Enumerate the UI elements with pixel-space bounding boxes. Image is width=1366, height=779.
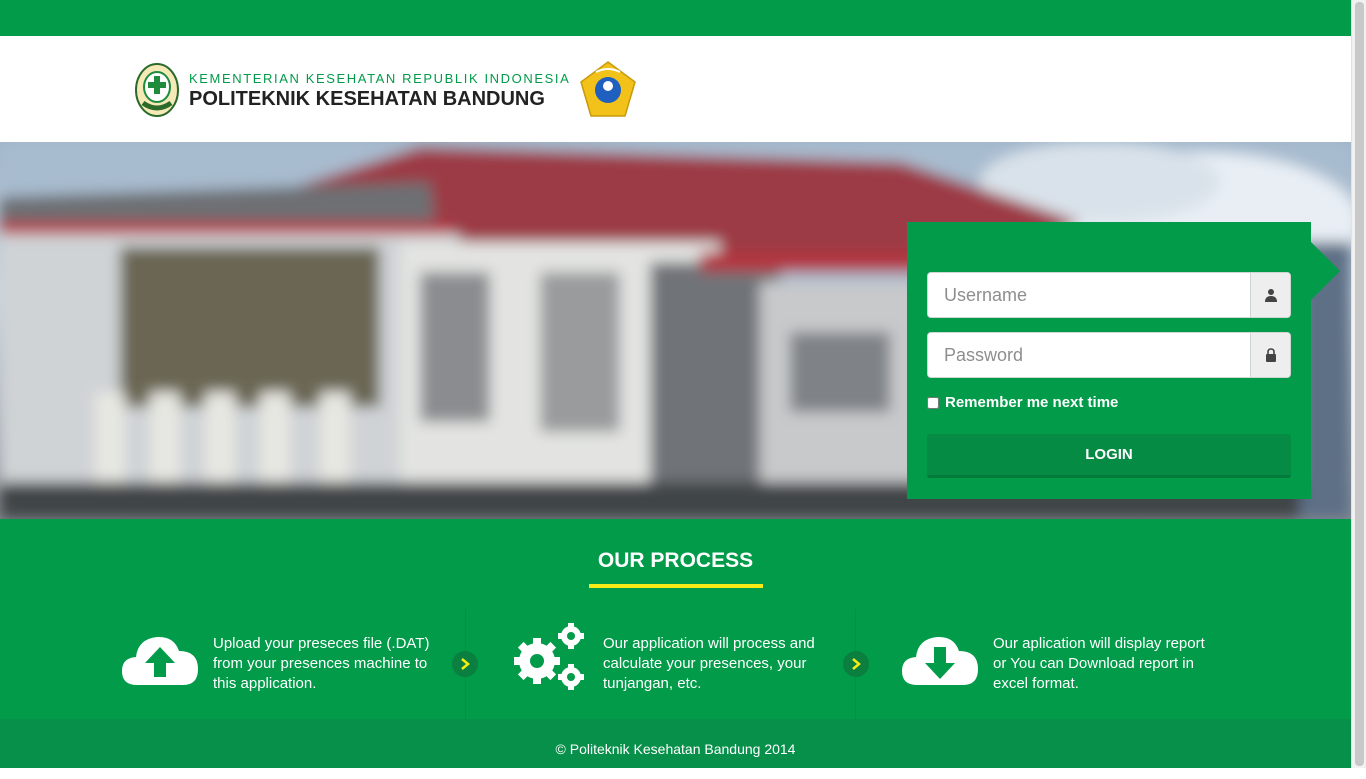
header: KEMENTERIAN KESEHATAN REPUBLIK INDONESIA… [0, 36, 1351, 142]
username-input[interactable] [928, 273, 1250, 317]
remember-me[interactable]: Remember me next time [927, 394, 1118, 411]
process-title: OUR PROCESS [597, 549, 754, 572]
lock-icon [1250, 333, 1290, 377]
step-upload-text: Upload your preseces file (.DAT) from yo… [213, 635, 430, 692]
tut-wuri-logo-icon [580, 61, 637, 117]
remember-checkbox[interactable] [927, 396, 939, 409]
vertical-scrollbar[interactable] [1351, 0, 1366, 768]
ministry-name: KEMENTERIAN KESEHATAN REPUBLIK INDONESIA [189, 71, 571, 86]
login-panel-pointer [1311, 242, 1340, 300]
scrollbar-thumb[interactable] [1355, 2, 1364, 766]
process-step-process: Our application will process and calcula… [511, 623, 823, 694]
process-section: OUR PROCESS Upload your preseces file (.… [0, 519, 1351, 719]
cloud-download-icon [902, 636, 978, 685]
institution-name: POLITEKNIK KESEHATAN BANDUNG [189, 88, 545, 110]
top-bar [0, 0, 1351, 36]
gears-icon [514, 623, 584, 690]
step-download-text: Our aplication will display report or Yo… [993, 635, 1205, 692]
brand: KEMENTERIAN KESEHATAN REPUBLIK INDONESIA… [135, 61, 638, 118]
remember-label: Remember me next time [945, 394, 1119, 411]
login-panel: Remember me next time LOGIN [907, 222, 1311, 499]
chevron-right-icon [843, 651, 869, 677]
cloud-upload-icon [122, 636, 198, 685]
chevron-right-icon [452, 651, 478, 677]
password-group [927, 332, 1291, 378]
username-group [927, 272, 1291, 318]
process-step-download: Our aplication will display report or Yo… [901, 629, 1213, 694]
password-input[interactable] [928, 333, 1250, 377]
user-icon [1250, 273, 1290, 317]
copyright-text: © Politeknik Kesehatan Bandung 2014 [555, 741, 796, 757]
title-underline [589, 584, 763, 588]
footer: © Politeknik Kesehatan Bandung 2014 [0, 719, 1351, 768]
step-process-text: Our application will process and calcula… [603, 635, 815, 692]
ministry-logo-icon [135, 63, 179, 117]
login-button[interactable]: LOGIN [927, 434, 1291, 478]
process-step-upload: Upload your preseces file (.DAT) from yo… [121, 629, 433, 694]
